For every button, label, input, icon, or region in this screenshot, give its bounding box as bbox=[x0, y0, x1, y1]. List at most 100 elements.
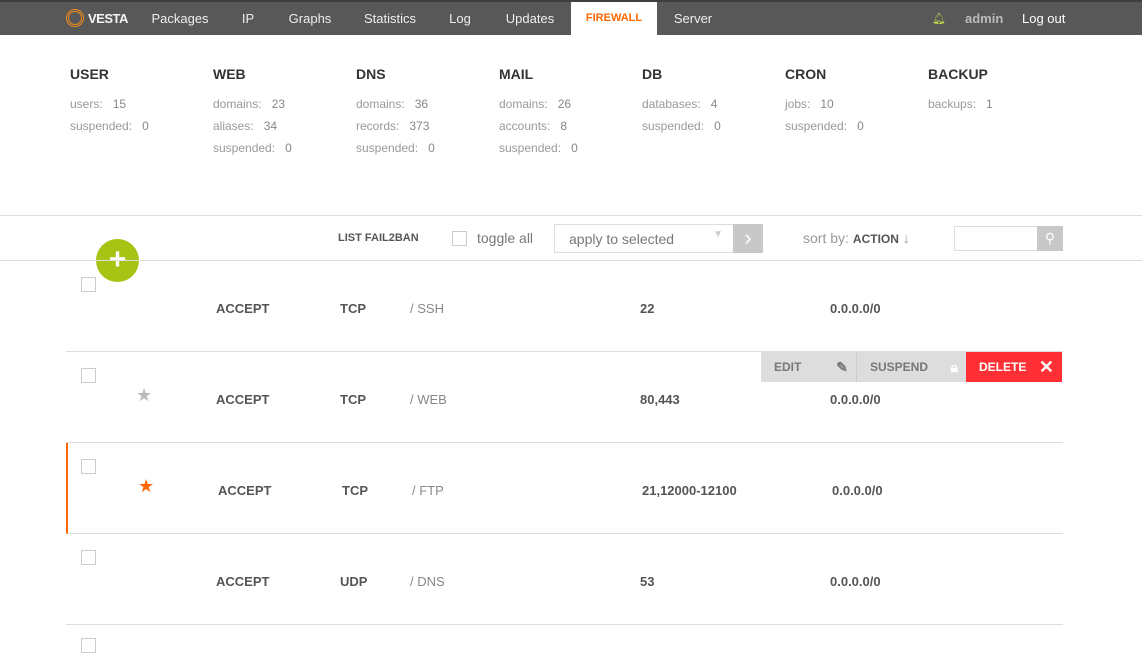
table-row[interactable]: ★ ACCEPT TCP / FTP 21,12000-12100 0.0.0.… bbox=[66, 443, 1063, 534]
rule-action: ACCEPT bbox=[216, 392, 270, 407]
stat-line: accounts: 8 bbox=[499, 119, 578, 141]
nav-log[interactable]: Log bbox=[440, 2, 480, 35]
rule-service: / FTP bbox=[412, 483, 444, 498]
rule-service: / DNS bbox=[410, 574, 445, 589]
lock-icon: 🔒︎ bbox=[950, 359, 958, 375]
rule-service: / SSH bbox=[410, 301, 444, 316]
logo-icon bbox=[66, 9, 84, 27]
pencil-icon: ✎ bbox=[836, 359, 848, 375]
stat-line: suspended: 0 bbox=[356, 141, 435, 163]
delete-button[interactable]: DELETE ✕ bbox=[966, 352, 1062, 382]
stat-title: DB bbox=[642, 66, 663, 82]
nav-statistics[interactable]: Statistics bbox=[355, 2, 425, 35]
rule-port: 80,443 bbox=[640, 392, 680, 407]
table-row[interactable]: ACCEPT UDP / DNS 53 0.0.0.0/0 bbox=[66, 534, 1063, 625]
stat-line: suspended: 0 bbox=[499, 141, 578, 163]
nav-updates[interactable]: Updates bbox=[495, 2, 565, 35]
stat-line: domains: 36 bbox=[356, 97, 435, 119]
stat-line: jobs: 10 bbox=[785, 97, 864, 119]
apply-button[interactable]: › bbox=[733, 224, 763, 253]
row-actions: EDIT ✎ SUSPEND 🔒︎ DELETE ✕ bbox=[761, 352, 1062, 382]
stat-value: 0 bbox=[285, 141, 292, 155]
table-row[interactable]: ACCEPT TCP / SSH 22 0.0.0.0/0 bbox=[66, 261, 1063, 352]
sort-control[interactable]: sort by: ACTION ↓ bbox=[803, 230, 910, 246]
stat-line: suspended: 0 bbox=[642, 119, 721, 141]
stat-label: aliases: bbox=[213, 119, 254, 133]
row-checkbox[interactable] bbox=[81, 277, 96, 292]
rule-action: ACCEPT bbox=[218, 483, 272, 498]
top-nav: VESTA Packages IP Graphs Statistics Log … bbox=[0, 0, 1142, 35]
user-link[interactable]: admin bbox=[965, 2, 1003, 35]
stat-label: databases: bbox=[642, 97, 701, 111]
stat-label: accounts: bbox=[499, 119, 551, 133]
suspend-button[interactable]: SUSPEND 🔒︎ bbox=[856, 352, 966, 382]
stat-web: WEB domains: 23 aliases: 34 suspended: 0 bbox=[213, 66, 292, 163]
stat-value: 15 bbox=[112, 97, 127, 111]
stat-value: 1 bbox=[986, 97, 993, 111]
stat-value: 23 bbox=[271, 97, 286, 111]
row-checkbox[interactable] bbox=[81, 368, 96, 383]
stat-label: domains: bbox=[213, 97, 262, 111]
stat-line: suspended: 0 bbox=[785, 119, 864, 141]
stat-label: suspended: bbox=[642, 119, 705, 133]
stat-line: backups: 1 bbox=[928, 97, 993, 119]
stat-value: 34 bbox=[263, 119, 278, 133]
stat-label: jobs: bbox=[785, 97, 811, 111]
nav-packages[interactable]: Packages bbox=[140, 2, 220, 35]
nav-server[interactable]: Server bbox=[665, 2, 721, 35]
stat-title: DNS bbox=[356, 66, 386, 82]
stat-line: records: 373 bbox=[356, 119, 435, 141]
stat-title: BACKUP bbox=[928, 66, 988, 82]
nav-ip[interactable]: IP bbox=[230, 2, 266, 35]
stat-line: suspended: 0 bbox=[70, 119, 149, 141]
rule-ip: 0.0.0.0/0 bbox=[830, 574, 881, 589]
vesta-logo[interactable]: VESTA bbox=[66, 9, 128, 27]
stat-line: domains: 23 bbox=[213, 97, 292, 119]
stat-cron: CRON jobs: 10 suspended: 0 bbox=[785, 66, 864, 141]
bell-icon[interactable]: 🔔︎ bbox=[932, 12, 946, 25]
rule-port: 21,12000-12100 bbox=[642, 483, 737, 498]
stat-line: domains: 26 bbox=[499, 97, 578, 119]
nav-graphs[interactable]: Graphs bbox=[280, 2, 340, 35]
edit-button[interactable]: EDIT ✎ bbox=[761, 352, 856, 382]
edit-label: EDIT bbox=[774, 360, 802, 374]
logout-link[interactable]: Log out bbox=[1022, 2, 1065, 35]
row-checkbox[interactable] bbox=[81, 638, 96, 653]
stat-value: 10 bbox=[820, 97, 834, 111]
stat-label: suspended: bbox=[70, 119, 133, 133]
stat-label: domains: bbox=[356, 97, 405, 111]
star-icon[interactable]: ★ bbox=[136, 385, 152, 406]
rule-service: / WEB bbox=[410, 392, 447, 407]
stat-value: 26 bbox=[557, 97, 572, 111]
search-input[interactable] bbox=[954, 226, 1038, 251]
rule-action: ACCEPT bbox=[216, 574, 270, 589]
stat-label: records: bbox=[356, 119, 400, 133]
rule-ip: 0.0.0.0/0 bbox=[830, 392, 881, 407]
rule-protocol: UDP bbox=[340, 574, 368, 589]
stat-label: domains: bbox=[499, 97, 548, 111]
stat-mail: MAIL domains: 26 accounts: 8 suspended: 0 bbox=[499, 66, 578, 163]
rule-port: 22 bbox=[640, 301, 655, 316]
sort-value: ACTION bbox=[852, 232, 899, 246]
stat-user: USER users: 15 suspended: 0 bbox=[70, 66, 149, 141]
rule-action: ACCEPT bbox=[216, 301, 270, 316]
stat-value: 4 bbox=[710, 97, 718, 111]
list-fail2ban-link[interactable]: LIST FAIL2BAN bbox=[338, 232, 419, 244]
toggle-all-checkbox[interactable] bbox=[452, 231, 467, 246]
stat-value: 0 bbox=[714, 119, 721, 133]
star-icon[interactable]: ★ bbox=[138, 476, 154, 497]
bulk-action-select[interactable]: apply to selected ▼ bbox=[554, 224, 734, 253]
row-checkbox[interactable] bbox=[81, 550, 96, 565]
row-checkbox[interactable] bbox=[81, 459, 96, 474]
sort-label: sort by: bbox=[803, 230, 849, 246]
search-button[interactable]: ⚲ bbox=[1037, 226, 1063, 251]
divider bbox=[0, 215, 1142, 216]
stat-label: users: bbox=[70, 97, 103, 111]
chevron-down-icon: ▼ bbox=[713, 229, 723, 240]
stat-line: users: 15 bbox=[70, 97, 149, 119]
stat-dns: DNS domains: 36 records: 373 suspended: 0 bbox=[356, 66, 435, 163]
toggle-all-label[interactable]: toggle all bbox=[477, 230, 533, 246]
nav-firewall[interactable]: FIREWALL bbox=[571, 2, 657, 35]
close-icon: ✕ bbox=[1038, 357, 1054, 377]
stat-value: 373 bbox=[409, 119, 430, 133]
